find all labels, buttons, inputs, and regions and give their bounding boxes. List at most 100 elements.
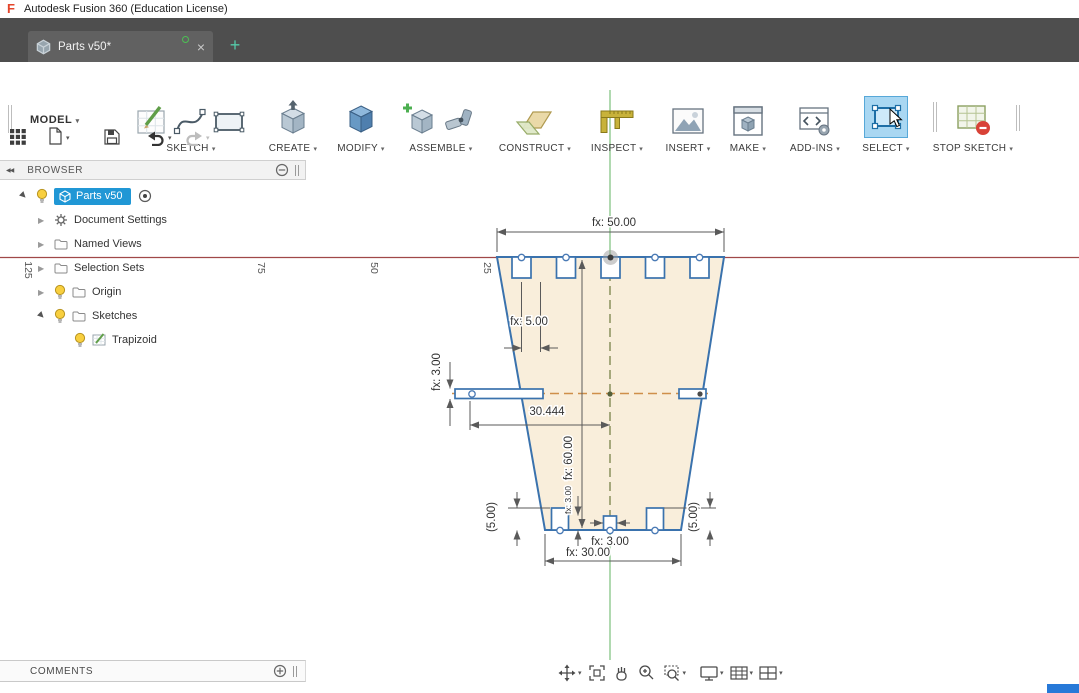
add-comment-icon[interactable] (273, 664, 287, 678)
dimension-top-width[interactable]: fx: 50.00 (590, 216, 637, 231)
dropdown-caret-icon[interactable]: ▾ (381, 146, 385, 153)
expand-icon[interactable]: ▶ (38, 288, 48, 297)
browser-root-item[interactable]: Parts v50 (54, 187, 132, 205)
browser-panel-header[interactable]: ◀◀ BROWSER (0, 160, 306, 180)
workspace-selector[interactable]: MODEL ▾ (30, 114, 79, 126)
expand-icon[interactable]: ▶ (38, 264, 48, 273)
expand-icon[interactable]: ▶ (38, 240, 48, 249)
file-menu-caret-icon[interactable]: ▾ (66, 134, 70, 142)
nav-caret-icon[interactable]: ▾ (750, 669, 754, 677)
dimension-slot-height[interactable]: fx: 3.00 (430, 352, 445, 393)
sketch-point[interactable] (556, 526, 564, 535)
visibility-bulb-icon[interactable] (54, 284, 66, 300)
display-settings-icon[interactable] (699, 663, 719, 683)
comments-bar[interactable]: COMMENTS (0, 660, 306, 682)
nav-caret-icon[interactable]: ▾ (578, 669, 582, 677)
browser-row-sketches[interactable]: ▶ Sketches (0, 304, 306, 328)
browser-row-selection-sets[interactable]: ▶ Selection Sets (0, 256, 306, 280)
scripts-addins-icon[interactable] (797, 104, 833, 138)
ribbon-group-label: STOP SKETCH ▾ (932, 143, 1014, 154)
dropdown-caret-icon[interactable]: ▾ (212, 146, 216, 153)
tree-item-label: Sketches (92, 310, 138, 322)
sketch-point[interactable] (651, 253, 659, 262)
collapse-panel-icon[interactable]: ◀◀ (6, 167, 14, 174)
undo-caret-icon[interactable]: ▾ (168, 134, 172, 142)
construction-plane-icon[interactable] (515, 102, 555, 138)
dropdown-caret-icon[interactable]: ▾ (567, 146, 571, 153)
dimension-bottom-notch-right[interactable]: (5.00) (687, 500, 702, 533)
expand-icon[interactable]: ▶ (36, 309, 49, 322)
hide-panel-icon[interactable] (275, 163, 289, 177)
origin-point[interactable] (607, 391, 613, 397)
zoom-window-icon[interactable] (662, 663, 682, 683)
browser-row-document-settings[interactable]: ▶ Document Settings (0, 208, 306, 232)
component-cube-icon (59, 189, 71, 203)
sketch-point[interactable] (468, 390, 476, 398)
expand-icon[interactable]: ▶ (38, 216, 48, 225)
dimension-bottom-width[interactable]: fx: 30.00 (564, 546, 611, 561)
create-solid-icon[interactable] (275, 100, 311, 138)
sketch-point[interactable] (562, 253, 570, 262)
press-pull-icon[interactable] (343, 102, 379, 138)
dropdown-caret-icon[interactable]: ▾ (639, 146, 643, 153)
save-icon[interactable] (104, 129, 120, 145)
rectangle-tool-icon[interactable] (211, 104, 247, 138)
browser-row-trapizoid[interactable]: Trapizoid (0, 328, 306, 352)
sketch-point[interactable] (606, 526, 614, 535)
dimension-notch-width[interactable]: fx: 5.00 (509, 315, 550, 330)
position-move-icon[interactable] (557, 663, 577, 683)
measure-icon[interactable] (598, 102, 636, 138)
sketch-point[interactable] (517, 253, 526, 262)
gear-icon (55, 214, 67, 226)
insert-image-icon[interactable] (670, 106, 706, 138)
visibility-bulb-icon[interactable] (74, 332, 86, 348)
visibility-bulb-icon[interactable] (36, 188, 48, 204)
panel-grip[interactable] (293, 665, 297, 677)
file-menu-icon[interactable] (48, 127, 63, 146)
dimension-total-height[interactable]: fx: 60.00 (562, 434, 577, 481)
ribbon-group-label: ADD-INS ▾ (789, 143, 841, 154)
document-tab[interactable]: Parts v50* × (28, 31, 213, 62)
dimension-bottom-notch-left[interactable]: (5.00) (485, 500, 500, 533)
pan-hand-icon[interactable] (612, 663, 632, 683)
close-tab-icon[interactable]: × (197, 40, 205, 54)
activate-component-radio-icon[interactable] (137, 188, 153, 204)
zoom-icon[interactable] (637, 663, 657, 683)
nav-caret-icon[interactable]: ▾ (720, 669, 724, 677)
sketch-point[interactable] (697, 391, 703, 397)
panel-grip[interactable] (295, 164, 299, 176)
dropdown-caret-icon[interactable]: ▾ (762, 146, 766, 153)
new-component-icon[interactable] (402, 102, 438, 138)
dropdown-caret-icon[interactable]: ▾ (836, 146, 840, 153)
redo-caret-icon[interactable]: ▾ (206, 134, 210, 142)
dimension-center-notch-height[interactable]: fx: 3.00 (562, 484, 575, 515)
dropdown-caret-icon[interactable]: ▾ (469, 146, 473, 153)
dropdown-caret-icon[interactable]: ▾ (1009, 146, 1013, 153)
3d-print-icon[interactable] (730, 104, 766, 138)
stop-sketch-icon[interactable] (953, 100, 993, 138)
redo-icon[interactable] (185, 130, 203, 146)
sketch-point[interactable] (651, 526, 659, 535)
dropdown-caret-icon[interactable]: ▾ (906, 146, 910, 153)
joint-icon[interactable] (442, 102, 480, 138)
sketch-point[interactable] (695, 253, 704, 262)
viewports-icon[interactable] (758, 663, 778, 683)
nav-caret-icon[interactable]: ▾ (779, 669, 783, 677)
browser-row-root[interactable]: ▶ Parts v50 (0, 184, 306, 208)
undo-icon[interactable] (147, 130, 165, 146)
dropdown-caret-icon[interactable]: ▾ (313, 146, 317, 153)
grid-snap-icon[interactable] (729, 663, 749, 683)
new-tab-button[interactable]: + (226, 36, 244, 55)
toolbar-grip[interactable] (1016, 105, 1020, 131)
selected-sketch-point[interactable] (607, 254, 614, 261)
dimension-slot-span[interactable]: 30.444 (528, 405, 567, 420)
nav-caret-icon[interactable]: ▾ (683, 669, 687, 677)
visibility-bulb-icon[interactable] (54, 308, 66, 324)
ribbon-group-label: CONSTRUCT ▾ (498, 143, 572, 154)
app-grid-icon[interactable] (10, 129, 26, 145)
fit-view-icon[interactable] (587, 663, 607, 683)
browser-row-origin[interactable]: ▶ Origin (0, 280, 306, 304)
expand-icon[interactable]: ▶ (18, 189, 31, 202)
browser-row-named-views[interactable]: ▶ Named Views (0, 232, 306, 256)
ribbon-group-assemble: ASSEMBLE ▾ (393, 92, 489, 154)
